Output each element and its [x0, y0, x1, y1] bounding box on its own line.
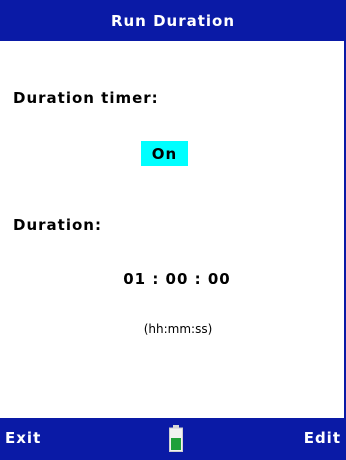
duration-timer-toggle[interactable]: On: [141, 141, 188, 166]
edit-softkey[interactable]: Edit: [304, 429, 341, 447]
softkey-bar: Exit Edit: [0, 418, 346, 460]
run-duration-screen: Run Duration Duration timer: On Duration…: [0, 0, 346, 460]
exit-softkey[interactable]: Exit: [5, 429, 41, 447]
duration-label: Duration:: [13, 216, 102, 234]
duration-timer-label: Duration timer:: [13, 89, 159, 107]
duration-value[interactable]: 01 : 00 : 00: [0, 270, 346, 288]
content-area: Duration timer: On Duration: 01 : 00 : 0…: [0, 41, 346, 418]
duration-format-hint: (hh:mm:ss): [143, 322, 213, 336]
battery-icon: [169, 425, 183, 452]
title-bar: Run Duration: [0, 0, 346, 41]
screen-title: Run Duration: [110, 11, 236, 30]
battery-fill: [171, 438, 181, 450]
